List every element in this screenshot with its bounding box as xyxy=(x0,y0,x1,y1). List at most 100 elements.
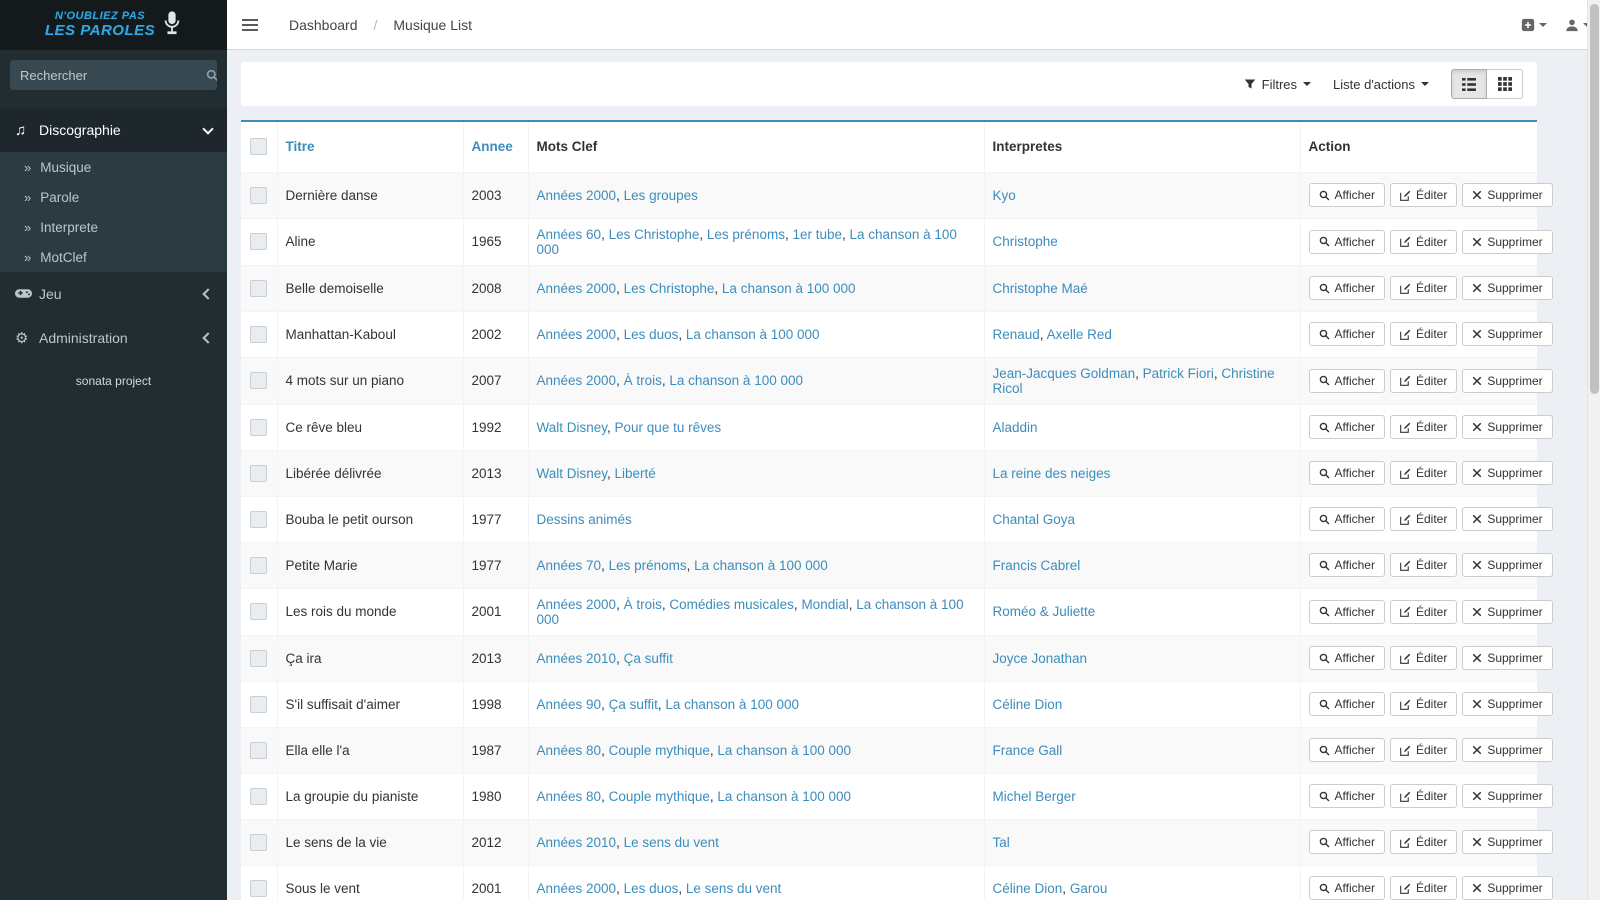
row-checkbox[interactable] xyxy=(250,787,268,805)
motclef-link[interactable]: Années 2000 xyxy=(537,881,617,896)
motclef-link[interactable]: Années 2000 xyxy=(537,188,617,203)
interprete-link[interactable]: Kyo xyxy=(993,188,1016,203)
edit-button[interactable]: Éditer xyxy=(1389,507,1458,531)
motclef-link[interactable]: La chanson à 100 000 xyxy=(669,373,803,388)
select-all-checkbox[interactable] xyxy=(250,138,268,156)
motclef-link[interactable]: La chanson à 100 000 xyxy=(665,697,799,712)
row-checkbox[interactable] xyxy=(250,603,268,620)
delete-button[interactable]: Supprimer xyxy=(1462,507,1553,531)
motclef-link[interactable]: Liberté xyxy=(615,466,656,481)
motclef-link[interactable]: Années 60 xyxy=(537,227,602,242)
delete-button[interactable]: Supprimer xyxy=(1462,784,1553,808)
row-checkbox[interactable] xyxy=(250,879,268,897)
motclef-link[interactable]: Les Christophe xyxy=(624,281,715,296)
interprete-link[interactable]: Francis Cabrel xyxy=(993,558,1081,573)
scrollbar-thumb[interactable] xyxy=(1590,4,1599,394)
show-button[interactable]: Afficher xyxy=(1308,599,1385,624)
delete-button[interactable]: Supprimer xyxy=(1462,738,1553,762)
edit-button[interactable]: Éditer xyxy=(1389,183,1458,207)
edit-button[interactable]: Éditer xyxy=(1389,229,1458,254)
interprete-link[interactable]: Céline Dion xyxy=(993,697,1063,712)
motclef-link[interactable]: Les prénoms xyxy=(707,227,785,242)
sidebar-toggle-button[interactable] xyxy=(227,0,273,50)
search-input[interactable] xyxy=(10,60,206,90)
motclef-link[interactable]: La chanson à 100 000 xyxy=(694,558,828,573)
motclef-link[interactable]: La chanson à 100 000 xyxy=(722,281,856,296)
add-new-dropdown-button[interactable] xyxy=(1512,0,1556,50)
motclef-link[interactable]: Années 2000 xyxy=(537,597,617,612)
edit-button[interactable]: Éditer xyxy=(1389,415,1458,439)
motclef-link[interactable]: Années 2000 xyxy=(537,373,617,388)
motclef-link[interactable]: Ça suffit xyxy=(624,651,673,666)
delete-button[interactable]: Supprimer xyxy=(1462,322,1553,346)
delete-button[interactable]: Supprimer xyxy=(1462,692,1553,716)
delete-button[interactable]: Supprimer xyxy=(1462,599,1553,624)
motclef-link[interactable]: Dessins animés xyxy=(537,512,632,527)
interprete-link[interactable]: Aladdin xyxy=(993,420,1038,435)
edit-button[interactable]: Éditer xyxy=(1389,738,1458,762)
delete-button[interactable]: Supprimer xyxy=(1462,553,1553,577)
show-button[interactable]: Afficher xyxy=(1308,461,1385,485)
edit-button[interactable]: Éditer xyxy=(1389,830,1458,854)
sidebar-item-jeu[interactable]: Jeu xyxy=(0,272,227,316)
motclef-link[interactable]: Walt Disney xyxy=(537,420,608,435)
interprete-link[interactable]: La reine des neiges xyxy=(993,466,1111,481)
filters-dropdown[interactable]: Filtres xyxy=(1244,77,1312,92)
interprete-link[interactable]: Joyce Jonathan xyxy=(993,651,1088,666)
motclef-link[interactable]: La chanson à 100 000 xyxy=(686,327,820,342)
app-logo[interactable]: N'OUBLIEZ PAS LES PAROLES xyxy=(0,0,227,50)
sort-titre-link[interactable]: Titre xyxy=(286,139,315,154)
motclef-link[interactable]: Les duos xyxy=(624,881,679,896)
edit-button[interactable]: Éditer xyxy=(1389,784,1458,808)
show-button[interactable]: Afficher xyxy=(1308,876,1385,900)
edit-button[interactable]: Éditer xyxy=(1389,692,1458,716)
edit-button[interactable]: Éditer xyxy=(1389,368,1458,393)
motclef-link[interactable]: Années 80 xyxy=(537,743,602,758)
motclef-link[interactable]: Mondial xyxy=(801,597,848,612)
delete-button[interactable]: Supprimer xyxy=(1462,830,1553,854)
interprete-link[interactable]: Patrick Fiori xyxy=(1143,366,1214,381)
sidebar-item-parole[interactable]: » Parole xyxy=(0,182,227,212)
motclef-link[interactable]: Années 2000 xyxy=(537,327,617,342)
breadcrumb-dashboard-link[interactable]: Dashboard xyxy=(289,17,358,33)
row-checkbox[interactable] xyxy=(250,695,268,713)
delete-button[interactable]: Supprimer xyxy=(1462,415,1553,439)
delete-button[interactable]: Supprimer xyxy=(1462,368,1553,393)
search-submit-button[interactable] xyxy=(206,60,217,90)
motclef-link[interactable]: Pour que tu rêves xyxy=(615,420,722,435)
show-button[interactable]: Afficher xyxy=(1308,368,1385,393)
motclef-link[interactable]: Années 70 xyxy=(537,558,602,573)
interprete-link[interactable]: Céline Dion xyxy=(993,881,1063,896)
row-checkbox[interactable] xyxy=(250,186,268,204)
motclef-link[interactable]: Les Christophe xyxy=(609,227,700,242)
show-button[interactable]: Afficher xyxy=(1308,692,1385,716)
show-button[interactable]: Afficher xyxy=(1308,322,1385,346)
sidebar-item-administration[interactable]: ⚙ Administration xyxy=(0,316,227,360)
list-view-button[interactable] xyxy=(1451,69,1487,99)
motclef-link[interactable]: 1er tube xyxy=(792,227,842,242)
grid-view-button[interactable] xyxy=(1487,69,1523,99)
delete-button[interactable]: Supprimer xyxy=(1462,876,1553,900)
show-button[interactable]: Afficher xyxy=(1308,507,1385,531)
motclef-link[interactable]: Ça suffit xyxy=(609,697,658,712)
row-checkbox[interactable] xyxy=(250,556,268,574)
show-button[interactable]: Afficher xyxy=(1308,183,1385,207)
motclef-link[interactable]: La chanson à 100 000 xyxy=(717,743,851,758)
row-checkbox[interactable] xyxy=(250,741,268,759)
vertical-scrollbar[interactable] xyxy=(1587,0,1600,900)
sidebar-item-motclef[interactable]: » MotClef xyxy=(0,242,227,272)
motclef-link[interactable]: La chanson à 100 000 xyxy=(717,789,851,804)
row-checkbox[interactable] xyxy=(250,372,268,389)
row-checkbox[interactable] xyxy=(250,464,268,482)
interprete-link[interactable]: Roméo & Juliette xyxy=(993,604,1096,619)
motclef-link[interactable]: Walt Disney xyxy=(537,466,608,481)
row-checkbox[interactable] xyxy=(250,325,268,343)
motclef-link[interactable]: Les prénoms xyxy=(609,558,687,573)
delete-button[interactable]: Supprimer xyxy=(1462,276,1553,300)
show-button[interactable]: Afficher xyxy=(1308,229,1385,254)
show-button[interactable]: Afficher xyxy=(1308,646,1385,670)
row-checkbox[interactable] xyxy=(250,649,268,667)
motclef-link[interactable]: Années 2010 xyxy=(537,651,617,666)
motclef-link[interactable]: Les groupes xyxy=(624,188,698,203)
edit-button[interactable]: Éditer xyxy=(1389,646,1458,670)
